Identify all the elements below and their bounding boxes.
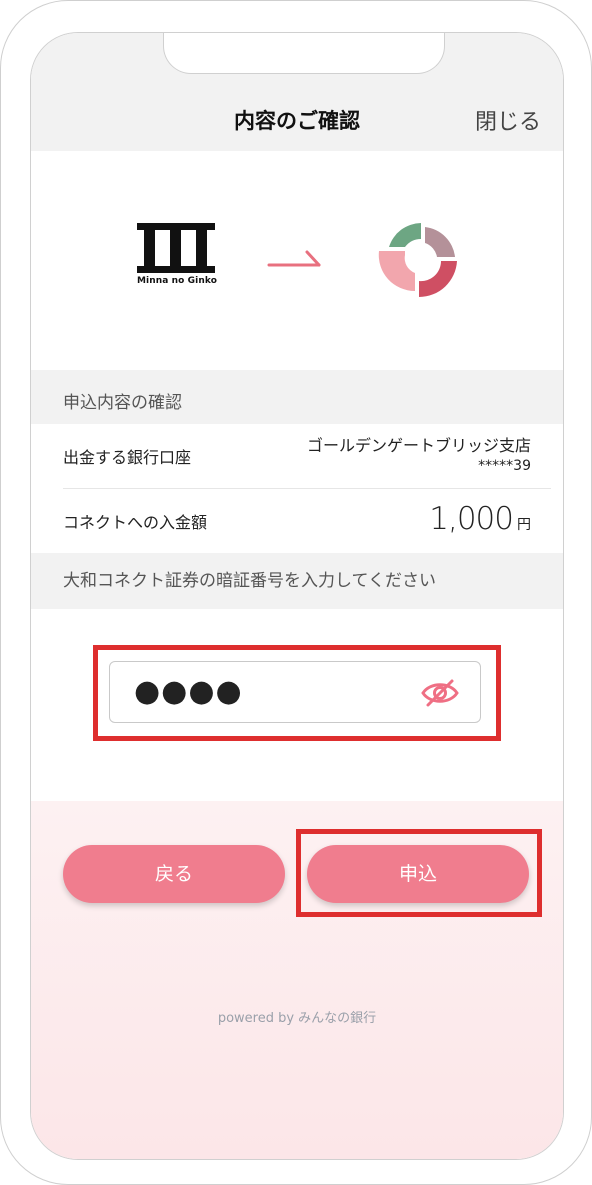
powered-by-text: powered by みんなの銀行: [217, 1011, 377, 1026]
confirm-section-heading: 申込内容の確認: [31, 370, 563, 424]
pin-section-heading: 大和コネクト証券の暗証番号を入力してください: [31, 553, 563, 609]
minna-logo-text: Minna no Ginko: [137, 276, 217, 286]
deposit-amount-row: コネクトへの入金額 1,000 円: [63, 489, 551, 553]
withdraw-account-label: 出金する銀行口座: [63, 448, 192, 467]
action-area: 戻る 申込 powered by みんなの銀行: [31, 801, 563, 1159]
withdraw-account-row: 出金する銀行口座 ゴールデンゲートブリッジ支店 *****39: [63, 424, 551, 489]
eye-off-icon[interactable]: [420, 678, 460, 712]
deposit-amount: 1,000 円: [429, 501, 531, 537]
pin-input[interactable]: ●●●●: [109, 661, 481, 723]
minna-no-ginko-logo: Minna no Ginko: [137, 223, 219, 286]
transfer-logos: Minna no Ginko: [31, 151, 563, 369]
daiwa-connect-logo: [375, 217, 459, 305]
phone-notch: [163, 33, 445, 74]
pin-masked-value: ●●●●: [134, 674, 243, 709]
amount-value: 1,000: [429, 501, 514, 537]
deposit-amount-label: コネクトへの入金額: [63, 513, 208, 532]
back-button[interactable]: 戻る: [63, 845, 285, 903]
pin-area: ●●●●: [31, 609, 563, 801]
submit-button[interactable]: 申込: [307, 845, 529, 903]
branch-name: ゴールデンゲートブリッジ支店: [306, 436, 531, 455]
account-number: *****39: [478, 458, 531, 474]
amount-unit: 円: [517, 517, 531, 533]
close-button[interactable]: 閉じる: [475, 104, 541, 136]
phone-screen: 内容のご確認 閉じる Minna no Ginko 申込内容の確認 出金する銀行…: [30, 32, 564, 1160]
arrow-right-icon: [267, 248, 323, 274]
